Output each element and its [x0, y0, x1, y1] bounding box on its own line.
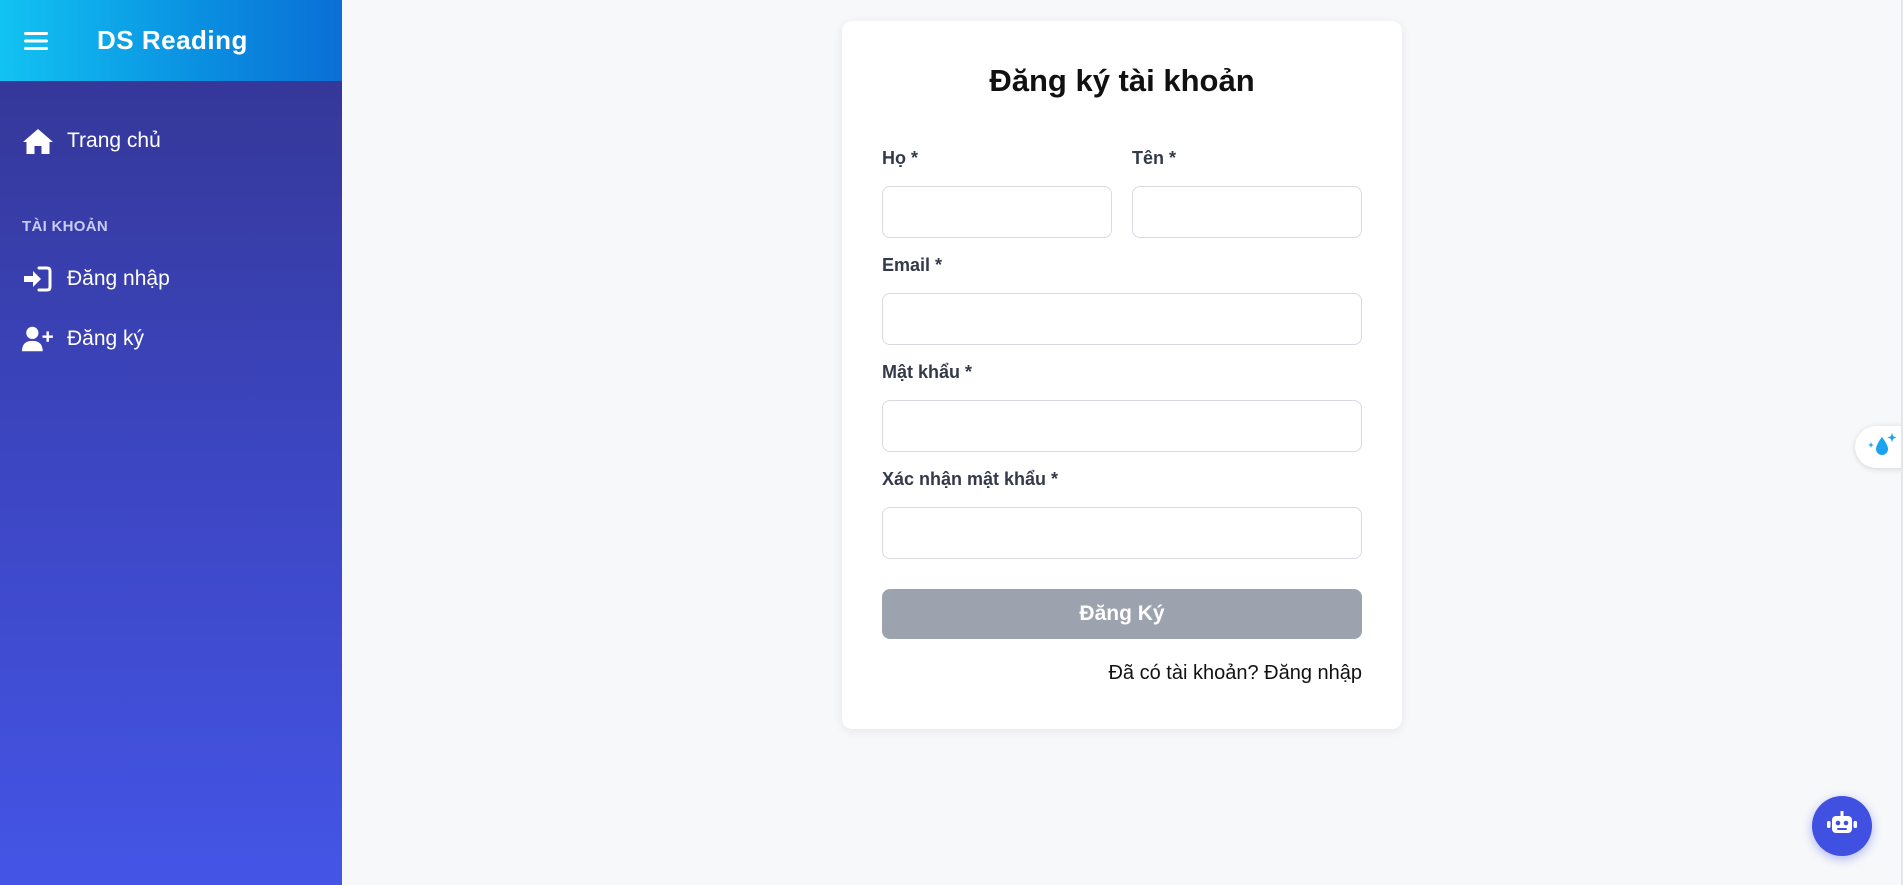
last-name-input[interactable] [882, 186, 1112, 238]
floating-tool-button[interactable] [1855, 426, 1903, 468]
page-title: Đăng ký tài khoản [989, 63, 1255, 98]
login-link[interactable]: Đã có tài khoản? Đăng nhập [1108, 662, 1362, 685]
sidebar-item-label: Đăng nhập [67, 267, 170, 290]
login-link-text[interactable]: Đã có tài khoản? Đăng nhập [1108, 662, 1362, 684]
confirm-password-input[interactable] [882, 507, 1362, 559]
user-plus-icon [22, 325, 54, 353]
sidebar-item-label: Trang chủ [67, 129, 161, 152]
first-name-label: Tên * [1132, 148, 1177, 168]
sidebar-item-login[interactable]: Đăng nhập [0, 259, 342, 299]
section-label-account: TÀI KHOẢN [22, 218, 109, 235]
register-submit-button[interactable]: Đăng Ký [882, 589, 1362, 639]
confirm-password-label: Xác nhận mật khẩu * [882, 469, 1059, 489]
password-label: Mật khẩu * [882, 362, 973, 382]
sidebar-item-label: Đăng ký [67, 327, 145, 350]
robot-icon [1827, 810, 1857, 842]
email-label: Email * [882, 255, 943, 275]
hamburger-menu-icon[interactable] [22, 27, 50, 55]
brand-title[interactable]: DS Reading [97, 25, 248, 56]
first-name-input[interactable] [1132, 186, 1362, 238]
sidebar-item-register[interactable]: Đăng ký [0, 319, 342, 359]
sidebar: DS Reading Trang chủ TÀI KHOẢN Đăng nhập [0, 0, 342, 885]
water-drop-sparkle-icon [1867, 431, 1897, 464]
sign-in-icon [22, 265, 54, 293]
home-icon [22, 127, 54, 155]
password-input[interactable] [882, 400, 1362, 452]
sidebar-item-home[interactable]: Trang chủ [0, 121, 342, 161]
chatbot-button[interactable] [1812, 796, 1872, 856]
sidebar-header: DS Reading [0, 0, 342, 81]
email-input[interactable] [882, 293, 1362, 345]
last-name-label: Họ * [882, 148, 918, 168]
register-card: Đăng ký tài khoản Họ * Tên * Email * Mật… [842, 21, 1402, 729]
